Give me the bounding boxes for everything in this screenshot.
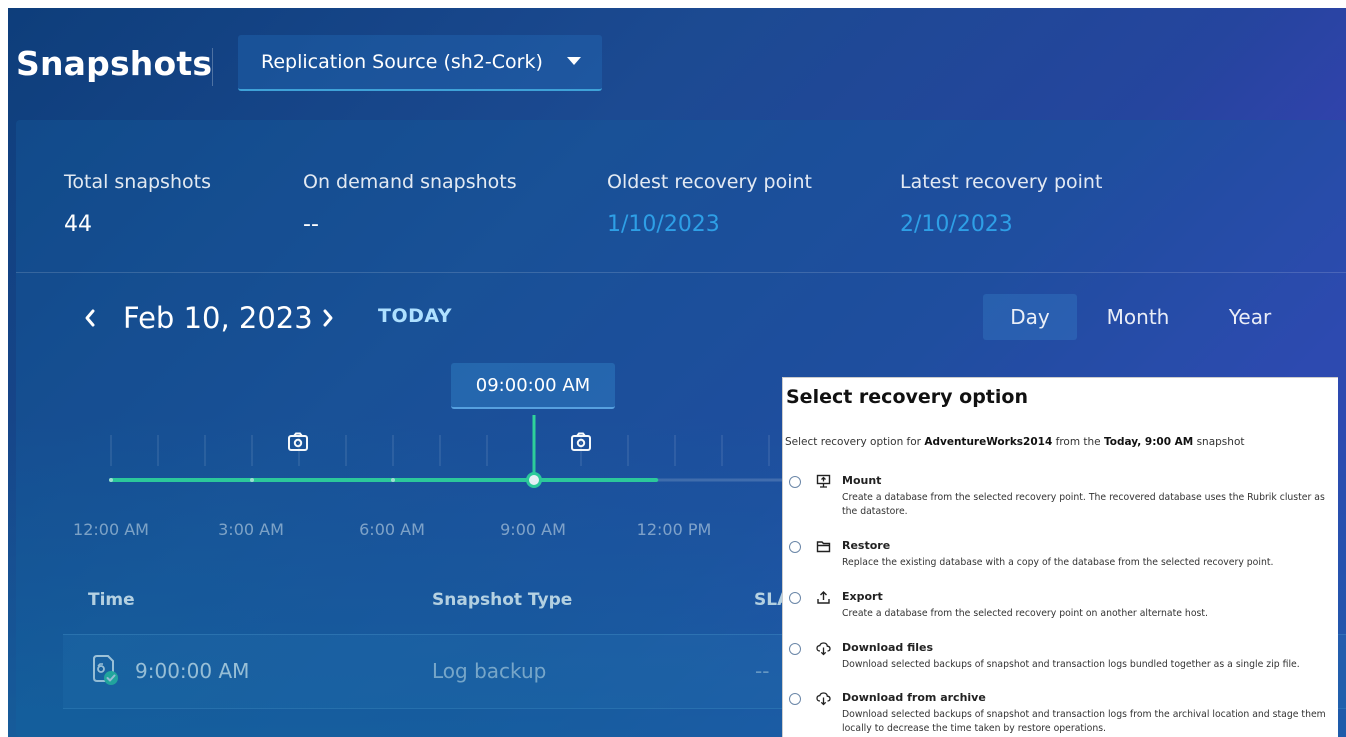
camera-icon xyxy=(571,432,591,451)
timeline-dot xyxy=(391,478,395,482)
row-sla: -- xyxy=(755,659,770,683)
timeline-tick-label: 9:00 AM xyxy=(500,520,566,539)
download-archive-radio[interactable] xyxy=(789,693,801,705)
option-title: Download from archive xyxy=(842,691,986,704)
option-description: Replace the existing database with a cop… xyxy=(842,557,1274,568)
option-description: Download selected backups of snapshot an… xyxy=(842,709,1326,734)
subtitle-text: snapshot xyxy=(1193,436,1245,448)
folder-icon xyxy=(816,541,831,553)
timeline-tick-label: 12:00 AM xyxy=(73,520,149,539)
option-title: Download files xyxy=(842,641,934,654)
snapshot-marker[interactable] xyxy=(570,432,592,452)
cloud-download-icon xyxy=(816,692,831,706)
dialog-title: Select recovery option xyxy=(786,386,1028,408)
restore-radio[interactable] xyxy=(789,541,801,553)
recovery-option-dialog: Select recovery option Select recovery o… xyxy=(782,377,1338,737)
mount-icon xyxy=(816,474,831,488)
snapshot-success-icon xyxy=(93,655,118,685)
option-title: Mount xyxy=(842,474,882,487)
mount-radio[interactable] xyxy=(789,476,801,488)
timeline-tick-label: 6:00 AM xyxy=(359,520,425,539)
timeline-dot xyxy=(109,478,113,482)
row-snapshot-type: Log backup xyxy=(432,659,547,683)
download-files-radio[interactable] xyxy=(789,643,801,655)
cloud-download-icon xyxy=(816,642,831,656)
column-header-snapshot-type[interactable]: Snapshot Type xyxy=(432,590,572,610)
timeline-tick-label: 3:00 AM xyxy=(218,520,284,539)
subtitle-text: from the xyxy=(1052,436,1104,448)
selected-time-handle xyxy=(526,472,542,488)
subtitle-snapshot: Today, 9:00 AM xyxy=(1103,436,1194,448)
dialog-subtitle: Select recovery option for AdventureWork… xyxy=(785,436,1244,448)
subtitle-database: AdventureWorks2014 xyxy=(924,436,1053,448)
option-title: Export xyxy=(842,590,883,603)
option-description: Download selected backups of snapshot an… xyxy=(842,659,1300,670)
timeline-tick-label: 12:00 PM xyxy=(636,520,712,539)
subtitle-text: Select recovery option for xyxy=(785,436,925,448)
snapshot-marker[interactable] xyxy=(287,432,309,452)
row-time: 9:00:00 AM xyxy=(135,659,250,683)
camera-icon xyxy=(288,432,308,451)
timeline-dot xyxy=(250,478,254,482)
export-icon xyxy=(817,591,830,604)
time-tooltip: 09:00:00 AM xyxy=(451,363,615,409)
option-description: Create a database from the selected reco… xyxy=(842,492,1325,517)
option-description: Create a database from the selected reco… xyxy=(842,608,1208,619)
export-radio[interactable] xyxy=(789,592,801,604)
option-title: Restore xyxy=(842,539,891,552)
column-header-time[interactable]: Time xyxy=(88,590,135,610)
